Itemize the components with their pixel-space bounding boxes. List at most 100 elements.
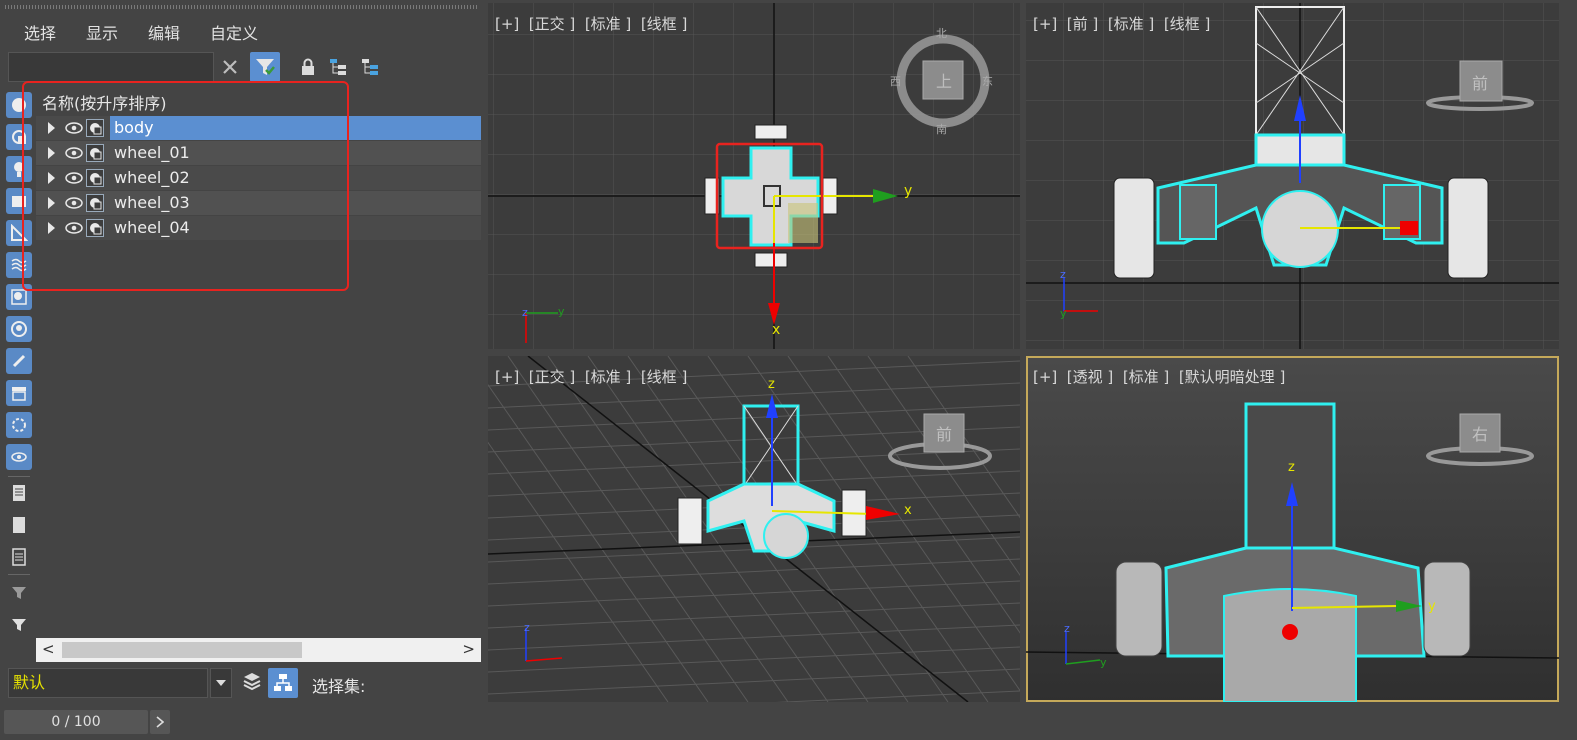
viewport-top[interactable]: x y 上 北 南 西 东 z y [+] [正交 ] [标准 ] [线框 ]: [488, 3, 1020, 349]
svg-text:z: z: [522, 306, 528, 319]
eye-icon[interactable]: [65, 122, 83, 134]
eye-icon[interactable]: [65, 222, 83, 234]
viewcube-face-label: 前: [936, 425, 952, 444]
viewport-orthographic-canvas: z x 前 z: [488, 356, 1020, 702]
eye-icon[interactable]: [65, 147, 83, 159]
tree-row-wheel_02[interactable]: wheel_02: [36, 166, 481, 190]
explorer-menubar: 选择 显示 编辑 自定义: [24, 20, 288, 44]
eye-icon[interactable]: [65, 197, 83, 209]
shape-filter-icon[interactable]: [6, 124, 32, 150]
geometry-object-icon: [86, 119, 104, 137]
xref-filter-icon[interactable]: [6, 316, 32, 342]
menu-select[interactable]: 选择: [24, 20, 56, 44]
particle-filter-icon[interactable]: [6, 412, 32, 438]
filter-settings-icon[interactable]: [6, 580, 32, 606]
scroll-thumb[interactable]: [62, 642, 302, 658]
svg-text:z: z: [524, 621, 530, 634]
eye-icon[interactable]: [65, 172, 83, 184]
geometry-object-icon: [86, 144, 104, 162]
explorer-toolbar: [8, 52, 484, 82]
hierarchy-collapse-icon[interactable]: [358, 55, 382, 79]
hierarchy-view-icon[interactable]: [268, 668, 298, 698]
expand-arrow-icon[interactable]: [48, 122, 55, 134]
scroll-right-icon[interactable]: >: [462, 640, 475, 658]
next-frame-icon[interactable]: [150, 710, 170, 734]
tree-horizontal-scrollbar[interactable]: < >: [36, 638, 481, 662]
bone-filter-icon[interactable]: [6, 348, 32, 374]
viewport-orthographic[interactable]: z x 前 z [+] [正交 ] [标准 ] [线框 ]: [488, 356, 1020, 702]
x-axis-label: x: [772, 322, 780, 338]
search-input[interactable]: [8, 52, 214, 82]
tree-row-wheel_04[interactable]: wheel_04: [36, 216, 481, 240]
panel-drag-grip[interactable]: [5, 5, 478, 9]
tree-item-label[interactable]: wheel_01: [110, 141, 481, 165]
viewport-front-canvas: 前 z y: [1026, 3, 1559, 349]
selection-set-label: 选择集:: [312, 677, 366, 696]
geometry-object-icon: [86, 169, 104, 187]
helper-filter-icon[interactable]: [6, 220, 32, 246]
viewport-perspective-canvas: z y 右 z y: [1026, 402, 1559, 702]
scene-tree: 名称(按升序排序) body wheel_01 wheel_02 wheel_0…: [36, 88, 481, 636]
tree-row-wheel_01[interactable]: wheel_01: [36, 141, 481, 165]
visibility-filter-icon[interactable]: [6, 444, 32, 470]
chevron-down-icon[interactable]: [210, 668, 232, 698]
viewcube-face-label: 上: [936, 72, 952, 91]
display-all-icon[interactable]: [6, 480, 32, 506]
explorer-filter-sidebar: [4, 90, 34, 660]
tree-item-label[interactable]: body: [110, 116, 481, 140]
viewport-label[interactable]: [+] [正交 ] [标准 ] [线框 ]: [495, 366, 687, 387]
compass-south-label: 南: [936, 123, 947, 136]
frame-counter[interactable]: 0 / 100: [4, 710, 148, 734]
compass-north-label: 北: [936, 27, 947, 40]
svg-text:y: y: [558, 305, 565, 318]
filter-toggle-icon[interactable]: [250, 52, 280, 82]
geometry-filter-icon[interactable]: [6, 92, 32, 118]
sidebar-divider: [8, 574, 30, 575]
explorer-bottom-bar: 默认 选择集:: [8, 668, 484, 700]
svg-text:z: z: [768, 377, 775, 392]
tree-item-label[interactable]: wheel_04: [110, 216, 481, 240]
time-slider-bar: 0 / 100: [0, 706, 1577, 740]
viewport-perspective[interactable]: z y 右 z y [+] [透视 ] [标准 ] [默认明暗处理 ]: [1026, 356, 1559, 702]
display-invert-icon[interactable]: [6, 544, 32, 570]
expand-arrow-icon[interactable]: [48, 222, 55, 234]
viewport-label[interactable]: [+] [正交 ] [标准 ] [线框 ]: [495, 13, 687, 34]
scroll-left-icon[interactable]: <: [42, 640, 55, 658]
menu-display[interactable]: 显示: [86, 20, 118, 44]
group-filter-icon[interactable]: [6, 284, 32, 310]
viewport-front[interactable]: 前 z y [+] [前 ] [标准 ] [线框 ]: [1026, 3, 1559, 349]
svg-text:x: x: [904, 503, 912, 518]
viewport-label[interactable]: [+] [透视 ] [标准 ] [默认明暗处理 ]: [1033, 366, 1285, 387]
tree-item-label[interactable]: wheel_03: [110, 191, 481, 215]
expand-arrow-icon[interactable]: [48, 147, 55, 159]
sidebar-divider: [8, 476, 30, 477]
expand-arrow-icon[interactable]: [48, 197, 55, 209]
spacewarp-filter-icon[interactable]: [6, 252, 32, 278]
viewport-label[interactable]: [+] [前 ] [标准 ] [线框 ]: [1033, 13, 1210, 34]
viewcube[interactable]: 右: [1426, 413, 1534, 466]
compass-west-label: 西: [890, 75, 901, 88]
menu-edit[interactable]: 编辑: [148, 20, 180, 44]
light-filter-icon[interactable]: [6, 156, 32, 182]
tree-row-wheel_03[interactable]: wheel_03: [36, 191, 481, 215]
tree-row-body[interactable]: body: [36, 116, 481, 140]
lock-icon[interactable]: [296, 55, 320, 79]
svg-text:z: z: [1288, 460, 1295, 475]
filter-icon[interactable]: [6, 612, 32, 638]
container-filter-icon[interactable]: [6, 380, 32, 406]
layers-icon[interactable]: [240, 669, 264, 693]
viewcube-face-label: 右: [1472, 425, 1488, 444]
clear-search-icon[interactable]: [218, 55, 242, 79]
geometry-object-icon: [86, 219, 104, 237]
svg-text:z: z: [1064, 622, 1070, 635]
tree-column-header[interactable]: 名称(按升序排序): [42, 90, 167, 114]
hierarchy-expand-icon[interactable]: [326, 55, 350, 79]
tree-item-label[interactable]: wheel_02: [110, 166, 481, 190]
display-none-icon[interactable]: [6, 512, 32, 538]
camera-filter-icon[interactable]: [6, 188, 32, 214]
expand-arrow-icon[interactable]: [48, 172, 55, 184]
layer-dropdown[interactable]: 默认: [8, 668, 208, 698]
compass-east-label: 东: [982, 75, 993, 88]
menu-customize[interactable]: 自定义: [210, 20, 258, 44]
svg-text:y: y: [1060, 307, 1067, 320]
